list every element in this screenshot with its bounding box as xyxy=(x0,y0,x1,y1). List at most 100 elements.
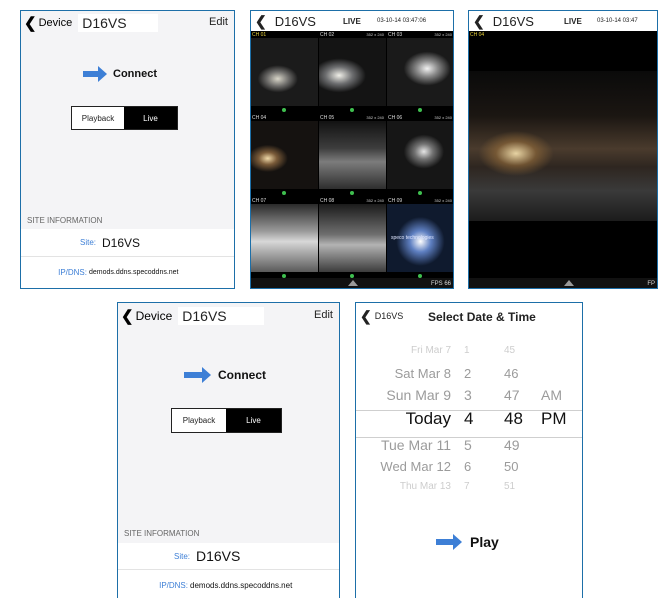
site-key: Site: xyxy=(79,238,96,247)
site-information-header: SITE INFORMATION xyxy=(124,529,200,538)
live-nav-bar: ❮ D16VS LIVE 03-10-14 03:47 xyxy=(469,11,657,31)
device-connect-screen: ❮ Device D16VS Edit Connect Playback Liv… xyxy=(20,10,235,289)
live-footer: FPS 66 xyxy=(251,278,453,288)
timestamp: 03-10-14 03:47 xyxy=(597,18,638,24)
resolution-label: 352 x 240 xyxy=(434,198,452,203)
channel-label: CH 05 xyxy=(320,115,335,121)
live-footer: FP xyxy=(469,278,657,288)
hour-wheel-value: 6 xyxy=(464,459,472,474)
back-chevron-icon[interactable]: ❮ xyxy=(121,307,134,325)
camera-tile[interactable]: CH 04 xyxy=(251,114,318,196)
channel-label: CH 02 xyxy=(320,32,335,38)
hour-wheel-value: 7 xyxy=(464,481,470,492)
picker-row-selected[interactable]: Today 4 48 PM xyxy=(356,405,582,430)
date-wheel-value: Thu Mar 13 xyxy=(399,481,451,492)
camera-image xyxy=(251,204,318,272)
camera-image xyxy=(251,121,318,189)
mode-segmented-control: Playback Live xyxy=(71,106,178,130)
back-button[interactable]: D16VS xyxy=(375,311,404,321)
live-segment[interactable]: Live xyxy=(226,409,281,432)
live-mode-label: LIVE xyxy=(564,17,582,26)
site-key: Site: xyxy=(173,551,190,561)
device-connect-screen-large: ❮ Device D16VS Edit Connect Playback Liv… xyxy=(117,302,340,598)
camera-tile[interactable]: CH 03 352 x 240 xyxy=(387,31,453,113)
connect-button[interactable]: Connect xyxy=(83,66,157,82)
ipdns-value: demods.ddns.specoddns.net xyxy=(89,268,179,276)
back-chevron-icon[interactable]: ❮ xyxy=(360,308,372,325)
device-title: D16VS xyxy=(492,13,534,29)
camera-tile[interactable]: CH 05 352 x 240 xyxy=(319,114,386,196)
play-button[interactable]: Play xyxy=(436,534,499,550)
hour-wheel-value: 1 xyxy=(464,345,470,356)
device-title: D16VS xyxy=(274,13,316,29)
minute-wheel-value: 48 xyxy=(504,409,523,428)
status-dot xyxy=(350,191,354,195)
connect-label: Connect xyxy=(113,68,157,80)
camera-image xyxy=(469,71,657,221)
camera-grid: CH 01 CH 02 352 x 240 CH 03 352 x 240 CH 04 CH… xyxy=(251,31,453,278)
right-arrow-icon xyxy=(83,66,107,82)
site-value: D16VS xyxy=(102,235,141,250)
channel-label: CH 08 xyxy=(320,198,335,204)
site-row: Site: D16VS xyxy=(118,543,339,570)
device-title: D16VS xyxy=(78,14,159,32)
camera-tile[interactable]: CH 07 xyxy=(251,197,318,279)
nav-bar: ❮ Device D16VS Edit xyxy=(118,303,339,329)
channel-label: CH 06 xyxy=(388,115,403,121)
date-wheel-value: Sat Mar 8 xyxy=(394,366,451,381)
fps-label: FPS 66 xyxy=(430,281,451,287)
site-row: Site: D16VS xyxy=(21,229,234,257)
date-wheel-value: Tue Mar 11 xyxy=(380,437,451,453)
nav-bar: ❮ Device D16VS Edit xyxy=(21,11,234,35)
camera-tile[interactable]: CH 01 xyxy=(251,31,318,113)
playback-segment[interactable]: Playback xyxy=(72,107,124,129)
ipdns-row: IP/DNS: demods.ddns.specoddns.net xyxy=(21,258,234,286)
camera-tile[interactable]: CH 06 352 x 240 xyxy=(387,114,453,196)
expand-up-icon[interactable] xyxy=(348,280,358,286)
live-mode-label: LIVE xyxy=(343,17,361,26)
status-dot xyxy=(418,191,422,195)
connect-button[interactable]: Connect xyxy=(184,367,266,383)
camera-fullview[interactable]: CH 04 xyxy=(469,31,657,278)
picker-row[interactable]: Thu Mar 13 7 51 xyxy=(356,477,582,502)
mode-segmented-control: Playback Live xyxy=(171,408,282,433)
live-segment[interactable]: Live xyxy=(124,107,177,129)
edit-button[interactable]: Edit xyxy=(314,309,333,321)
camera-tile[interactable]: CH 09 352 x 240 speco technologies xyxy=(387,197,453,279)
resolution-label: 352 x 240 xyxy=(434,32,452,37)
date-time-picker[interactable]: Fri Mar 7 1 45 Sat Mar 8 2 46 Sun Mar 9 3 47 AM To… xyxy=(356,345,582,502)
ampm-wheel-value: AM xyxy=(541,387,562,403)
date-wheel-value: Sun Mar 9 xyxy=(386,387,451,403)
ipdns-key: IP/DNS: xyxy=(159,580,188,590)
timestamp: 03-10-14 03:47:06 xyxy=(377,18,427,24)
channel-label: CH 07 xyxy=(252,198,267,204)
date-wheel-value: Today xyxy=(405,409,451,428)
ipdns-key: IP/DNS: xyxy=(58,267,87,277)
minute-wheel-value: 51 xyxy=(504,481,516,492)
status-dot xyxy=(282,108,286,112)
site-information-list: Site: D16VS IP/DNS: demods.ddns.specoddn… xyxy=(21,229,234,288)
back-button[interactable]: Device xyxy=(39,17,73,29)
minute-wheel-value: 45 xyxy=(504,345,516,356)
site-information-list: Site: D16VS IP/DNS: demods.ddns.specoddn… xyxy=(118,543,339,598)
back-chevron-icon[interactable]: ❮ xyxy=(255,13,267,30)
camera-tile[interactable]: CH 08 352 x 240 xyxy=(319,197,386,279)
channel-label: CH 01 xyxy=(252,32,267,38)
channel-label: CH 04 xyxy=(470,32,485,38)
status-dot xyxy=(282,191,286,195)
back-chevron-icon[interactable]: ❮ xyxy=(473,13,485,30)
edit-button[interactable]: Edit xyxy=(209,16,228,28)
back-button[interactable]: Device xyxy=(136,309,173,323)
watermark: speco technologies xyxy=(391,235,434,241)
date-wheel-value: Fri Mar 7 xyxy=(411,345,451,356)
camera-image xyxy=(387,121,453,189)
playback-segment[interactable]: Playback xyxy=(172,409,226,432)
device-title: D16VS xyxy=(178,307,265,325)
right-arrow-icon xyxy=(436,534,463,550)
channel-label: CH 09 xyxy=(388,198,403,204)
back-chevron-icon[interactable]: ❮ xyxy=(24,14,37,32)
expand-up-icon[interactable] xyxy=(564,280,574,286)
play-label: Play xyxy=(470,534,499,550)
camera-tile[interactable]: CH 02 352 x 240 xyxy=(319,31,386,113)
live-single-screen: ❮ D16VS LIVE 03-10-14 03:47 CH 04 FP xyxy=(468,10,658,289)
